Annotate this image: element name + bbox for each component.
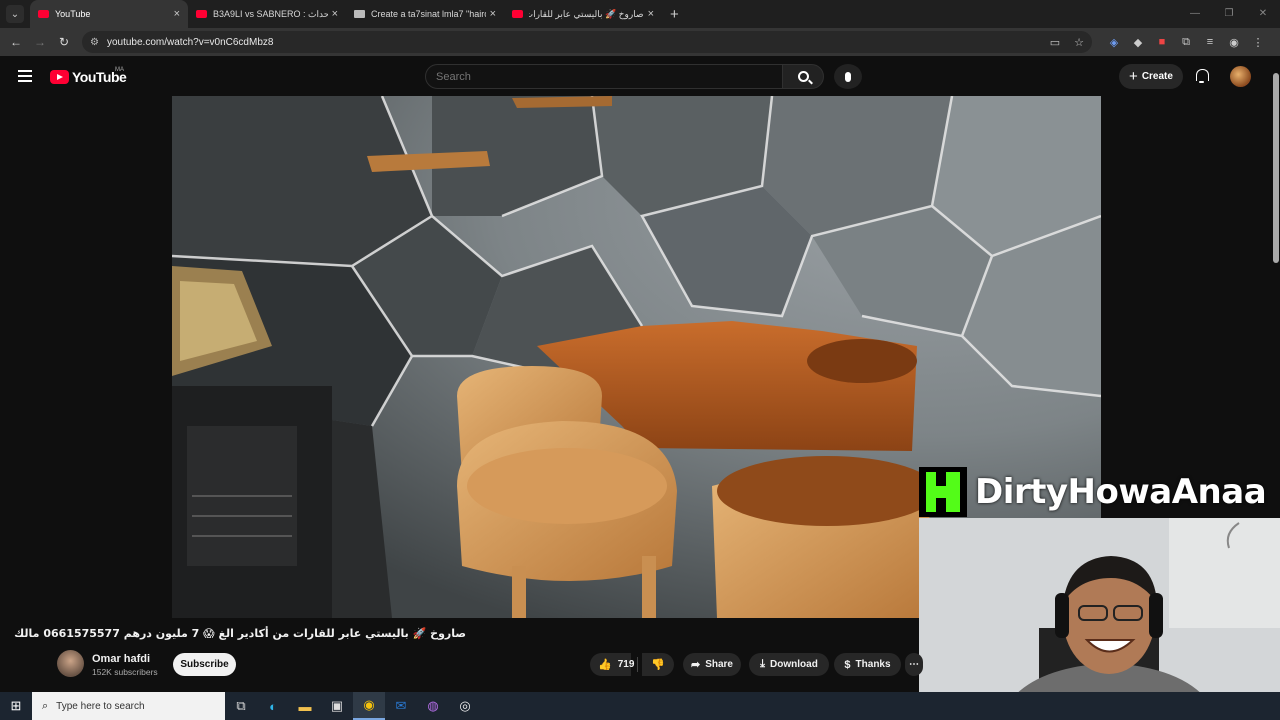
extensions-puzzle-icon[interactable]: ⧉ [1174,36,1198,49]
chrome-icon[interactable]: ◉ [353,692,385,720]
extension-red-icon[interactable]: ■ [1150,36,1174,48]
more-dots-icon: ⋯ [909,659,919,670]
thanks-label: Thanks [855,659,891,670]
taskbar-search-placeholder: Type here to search [56,700,145,712]
messenger-icon[interactable]: ◍ [417,692,449,720]
channel-name[interactable]: Omar hafdi [92,653,150,665]
subscriber-count: 152K subscribers [92,667,158,677]
streamer-name: DirtyHowaAnaa [975,472,1267,512]
like-dislike-divider [637,657,638,672]
browser-menu-icon[interactable]: ⋮ [1246,36,1270,49]
url-text[interactable]: youtube.com/watch?v=v0nC6cdMbz8 [107,37,1036,48]
thumbs-up-icon: 👍 [598,659,612,671]
browser-toolbar: ← → ↻ ⚙ youtube.com/watch?v=v0nC6cdMbz8 … [0,28,1280,56]
create-label: Create [1141,71,1173,82]
channel-avatar[interactable] [57,650,84,677]
browser-tab-create[interactable]: Create a ta7sinat lmla7 "haircut × [346,0,504,28]
microsoft-store-icon[interactable]: ▣ [321,692,353,720]
download-label: Download [770,659,818,670]
page-scrollbar[interactable] [1273,73,1279,263]
more-actions-button[interactable]: ⋯ [905,653,923,676]
kick-logo-icon [919,467,967,517]
extension-diamond-icon[interactable]: ◆ [1126,36,1150,49]
search-icon: ⌕ [42,699,49,712]
windows-taskbar: ⊞ ⌕ Type here to search ⧉ ◐ ▬ ▣ ◉ ✉ ◍ ◎ [0,692,1280,720]
notifications-bell-icon[interactable] [1195,69,1209,83]
search-icon [797,71,809,82]
webcam-scene [919,518,1280,720]
voice-search-button[interactable] [834,64,862,89]
tab-label: B3A9LI vs SABNERO : ج للأحداث [213,8,328,19]
tab-search-chevron-icon[interactable]: ⌄ [6,5,24,23]
forward-arrow-icon[interactable]: → [28,35,52,49]
cast-icon[interactable]: ▭ [1050,36,1060,49]
like-count: 719 [617,659,635,670]
window-controls: — ❐ ✕ [1178,0,1280,28]
share-label: Share [705,659,733,670]
download-icon: ⤓ [760,658,766,670]
youtube-favicon-icon [38,10,49,18]
create-button[interactable]: + Create [1119,64,1183,89]
download-button[interactable]: ⤓ Download [749,653,829,676]
hamburger-menu-icon[interactable] [18,70,32,82]
obs-icon[interactable]: ◎ [449,692,481,720]
outlook-icon[interactable]: ✉ [385,692,417,720]
browser-tab-video[interactable]: صاروخ 🚀 باليستي عابر للقارات × [504,0,662,28]
tab-label: Create a ta7sinat lmla7 "haircut [371,9,486,19]
reload-icon[interactable]: ↻ [52,35,76,49]
close-tab-icon[interactable]: × [174,8,180,20]
back-arrow-icon[interactable]: ← [4,35,28,49]
video-title: صاروخ 🚀 باليستي عابر للقارات من أكادير ا… [14,627,466,640]
close-tab-icon[interactable]: × [490,8,496,20]
thumbs-down-icon: 👎 [651,659,665,671]
site-info-icon[interactable]: ⚙ [90,37,99,48]
youtube-favicon-icon [512,10,523,18]
stream-overlay: DirtyHowaAnaa [919,466,1280,720]
search-input[interactable] [425,64,783,89]
country-code: MA [115,67,124,73]
account-avatar[interactable] [1230,66,1251,87]
webcam-feed [919,518,1280,720]
document-favicon-icon [354,10,365,18]
browser-tab-youtube[interactable]: YouTube × [30,0,188,28]
microphone-icon [845,71,851,82]
extensions-area: ◈ ◆ ■ ⧉ ≡ ◉ ⋮ [1102,36,1270,49]
youtube-play-icon [50,70,69,84]
close-tab-icon[interactable]: × [332,8,338,20]
streamer-banner: DirtyHowaAnaa [919,466,1280,518]
address-bar[interactable]: ⚙ youtube.com/watch?v=v0nC6cdMbz8 ▭ ☆ [82,31,1092,53]
tab-label: YouTube [55,9,91,19]
search-button[interactable] [782,64,824,89]
profile-icon[interactable]: ◉ [1222,36,1246,49]
maximize-icon[interactable]: ❐ [1212,0,1246,28]
share-button[interactable]: ➦ Share [683,653,741,676]
windows-start-icon[interactable]: ⊞ [0,698,32,714]
taskbar-search[interactable]: ⌕ Type here to search [32,692,225,720]
like-button[interactable]: 👍 719 [590,653,634,676]
edge-browser-icon[interactable]: ◐ [257,692,289,720]
close-tab-icon[interactable]: × [648,8,654,20]
subscribe-button[interactable]: Subscribe [173,653,236,676]
plus-icon: + [1129,68,1138,85]
media-controls-icon[interactable]: ≡ [1198,36,1222,48]
youtube-favicon-icon [196,10,207,18]
minimize-icon[interactable]: — [1178,0,1212,28]
task-view-icon[interactable]: ⧉ [225,692,257,720]
translate-extension-icon[interactable]: ◈ [1102,36,1126,49]
thanks-button[interactable]: $ Thanks [834,653,901,676]
browser-tab-strip: ⌄ YouTube × B3A9LI vs SABNERO : ج للأحدا… [0,0,1280,28]
close-window-icon[interactable]: ✕ [1246,0,1280,28]
new-tab-button[interactable]: + [670,6,679,23]
dislike-button[interactable]: 👎 [642,653,674,676]
super-thanks-icon: $ [844,658,851,671]
bookmark-star-icon[interactable]: ☆ [1074,36,1084,49]
browser-tab-b3a9li[interactable]: B3A9LI vs SABNERO : ج للأحداث × [188,0,346,28]
file-explorer-icon[interactable]: ▬ [289,692,321,720]
share-arrow-icon: ➦ [690,659,701,671]
tab-label: صاروخ 🚀 باليستي عابر للقارات [529,8,644,19]
